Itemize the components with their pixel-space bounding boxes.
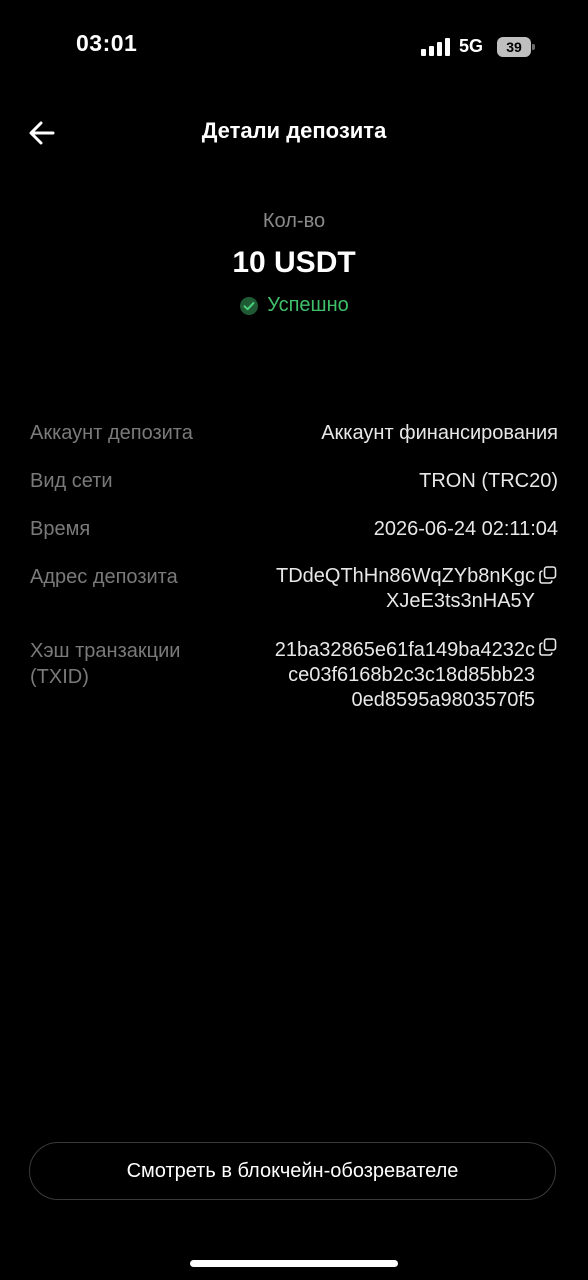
copy-icon[interactable] <box>539 638 557 656</box>
txid-label-line-2: (TXID) <box>30 666 89 688</box>
network-label: Вид сети <box>30 470 113 492</box>
txid-line-2: ce03f6168b2c3c18d85bb23 <box>288 664 535 686</box>
network-value: TRON (TRC20) <box>419 470 558 492</box>
signal-icon <box>421 38 451 56</box>
address-line-2: XJeE3ts3nHA5Y <box>386 590 535 612</box>
address-line-1: TDdeQThHn86WqZYb8nKgc <box>275 565 535 587</box>
deposit-account-label: Аккаунт депозита <box>30 422 193 444</box>
copy-icon[interactable] <box>539 566 557 584</box>
status-time: 03:01 <box>76 30 138 56</box>
quantity-label: Кол-во <box>262 210 326 232</box>
time-value: 2026-06-24 02:11:04 <box>373 518 558 540</box>
txid-line-3: 0ed8595a9803570f5 <box>351 689 535 711</box>
page-title: Детали депозита <box>201 118 387 143</box>
deposit-amount: 10 USDT <box>232 246 356 279</box>
status-text: Успешно <box>267 294 349 316</box>
check-circle-icon <box>240 296 259 315</box>
battery-icon: 39 <box>497 37 535 57</box>
txid-value: 21ba32865e61fa149ba4232c ce03f6168b2c3c1… <box>275 638 535 713</box>
battery-level: 39 <box>497 37 531 57</box>
deposit-address-label: Адрес депозита <box>30 566 178 588</box>
deposit-account-value: Аккаунт финансирования <box>321 422 558 444</box>
home-indicator[interactable] <box>190 1260 398 1267</box>
network-type: 5G <box>459 36 484 56</box>
time-label: Время <box>30 518 91 540</box>
txid-label: Хэш транзакции (TXID) <box>30 638 180 690</box>
txid-line-1: 21ba32865e61fa149ba4232c <box>274 639 535 661</box>
txid-label-line-1: Хэш транзакции <box>30 640 181 662</box>
deposit-address-value: TDdeQThHn86WqZYb8nKgc XJeE3ts3nHA5Y <box>276 564 535 614</box>
view-in-explorer-button[interactable]: Смотреть в блокчейн-обозревателе <box>29 1142 556 1200</box>
status-badge: Успешно <box>0 294 588 317</box>
